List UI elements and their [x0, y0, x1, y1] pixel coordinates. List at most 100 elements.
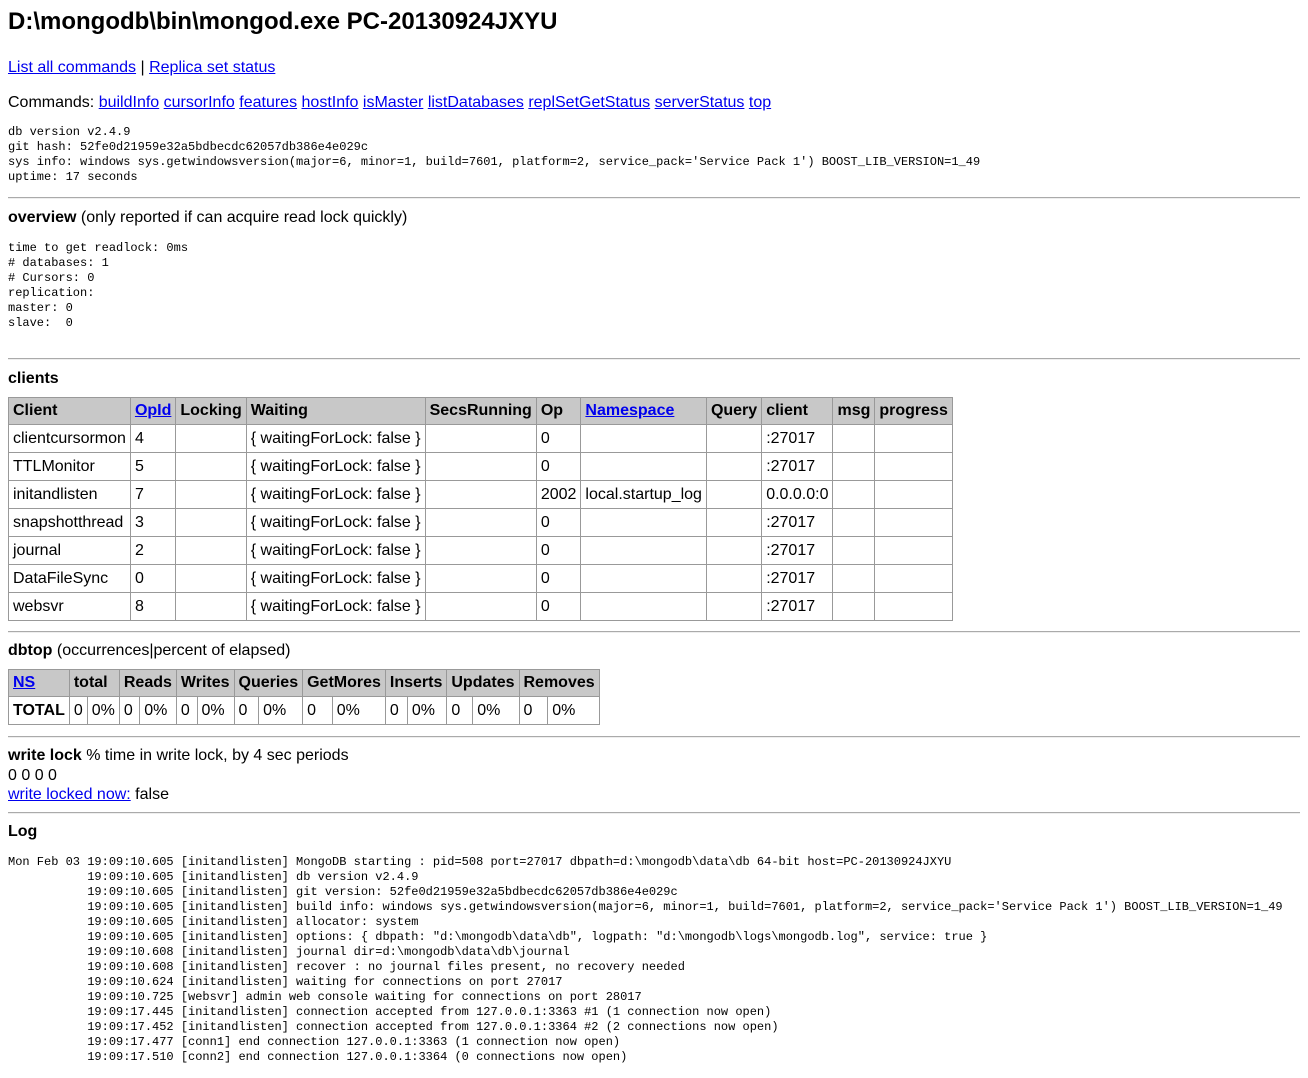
- cell-client: websvr: [8, 592, 131, 621]
- cell-msg: [832, 508, 876, 537]
- sort-link-ns[interactable]: NS: [13, 674, 35, 691]
- cell-waiting: { waitingForLock: false }: [245, 480, 426, 509]
- server-info-line: git hash: 52fe0d21959e32a5bdbecdc62057db…: [8, 140, 369, 154]
- clients-header-opid[interactable]: OpId: [129, 397, 177, 425]
- clients-header-namespace[interactable]: Namespace: [580, 397, 707, 425]
- command-link-listdatabases[interactable]: listDatabases: [428, 94, 524, 111]
- cell-value: 0%: [406, 696, 448, 725]
- log-line: 19:09:17.445 [initandlisten] connection …: [8, 1005, 772, 1019]
- log-line: 19:09:17.452 [initandlisten] connection …: [8, 1020, 779, 1034]
- log-line: 19:09:10.605 [initandlisten] build info:…: [8, 900, 1283, 914]
- overview-line: time to get readlock: 0ms: [8, 241, 189, 255]
- divider: [8, 631, 1300, 633]
- cell-secsrunning: [424, 508, 537, 537]
- cell-query: [705, 424, 763, 453]
- dbtop-header-total: total: [68, 669, 120, 697]
- overview-line: # databases: 1: [8, 256, 109, 270]
- sort-link-namespace[interactable]: Namespace: [585, 402, 674, 419]
- dbtop-header-inserts: Inserts: [384, 669, 448, 697]
- command-link-cursorinfo[interactable]: cursorInfo: [164, 94, 235, 111]
- dbtop-header-getmores: GetMores: [302, 669, 386, 697]
- log-line: 19:09:17.510 [conn2] end connection 127.…: [8, 1050, 628, 1064]
- cell-locking: [175, 480, 247, 509]
- dbtop-subtitle: (occurrences|percent of elapsed): [52, 642, 291, 659]
- command-link-buildinfo[interactable]: buildInfo: [99, 94, 160, 111]
- log-line: 19:09:10.605 [initandlisten] allocator: …: [8, 915, 419, 929]
- cell-locking: [175, 508, 247, 537]
- server-info-line: sys info: windows sys.getwindowsversion(…: [8, 155, 981, 169]
- dbtop-title: dbtop: [8, 642, 53, 659]
- cell-client: DataFileSync: [8, 564, 131, 593]
- cell-query: [705, 480, 763, 509]
- cell-secsrunning: [424, 452, 537, 481]
- table-row: DataFileSync 0{ waitingForLock: false } 0:…: [8, 564, 953, 593]
- cell-client: snapshotthread: [8, 508, 131, 537]
- command-link-ismaster[interactable]: isMaster: [363, 94, 423, 111]
- cell-value: 0%: [472, 696, 520, 725]
- server-info: db version v2.4.9 git hash: 52fe0d21959e3…: [8, 125, 980, 185]
- cell-client: TTLMonitor: [8, 452, 131, 481]
- top-links: List all commands | Replica set status: [8, 59, 275, 77]
- log-line: 19:09:10.605 [initandlisten] options: { …: [8, 930, 988, 944]
- cell-value: 0: [118, 696, 141, 725]
- log-line: Mon Feb 03 19:09:10.605 [initandlisten] …: [8, 855, 952, 869]
- log-line: 19:09:10.605 [initandlisten] git version…: [8, 885, 678, 899]
- table-row: journal 2 { waitingForLock: false } 0:27017: [8, 536, 953, 565]
- divider: [8, 812, 1300, 814]
- clients-heading: clients: [8, 370, 59, 388]
- cell-waiting: { waitingForLock: false }: [245, 592, 426, 621]
- table-row: clientcursormon 4 { waitingForLock: false …: [8, 424, 953, 453]
- dbtop-header-ns[interactable]: NS: [8, 669, 70, 697]
- cell-op: 0: [535, 536, 582, 565]
- cell-secsrunning: [424, 424, 537, 453]
- cell-value: 0: [518, 696, 549, 725]
- clients-header-locking: Locking: [175, 397, 247, 425]
- cell-client: :27017: [761, 424, 834, 453]
- command-link-serverstatus[interactable]: serverStatus: [655, 94, 745, 111]
- cell-namespace: local.startup_log: [580, 480, 707, 509]
- cell-value: 0%: [331, 696, 386, 725]
- cell-secsrunning: [424, 564, 537, 593]
- cell-op: 2002: [535, 480, 582, 509]
- overview-subtitle: (only reported if can acquire read lock …: [76, 209, 408, 226]
- command-link-features[interactable]: features: [239, 94, 297, 111]
- commands-row: Commands: buildInfo cursorInfo features …: [8, 94, 771, 112]
- cell-locking: [175, 564, 247, 593]
- cell-opid: 2: [129, 536, 177, 565]
- cell-value: 0: [233, 696, 260, 725]
- cell-client: :27017: [761, 452, 834, 481]
- cell-value: 0%: [139, 696, 177, 725]
- cell-locking: [175, 592, 247, 621]
- cell-client: clientcursormon: [8, 424, 131, 453]
- cell-secsrunning: [424, 536, 537, 565]
- clients-header-waiting: Waiting: [245, 397, 426, 425]
- cell-value: 0: [302, 696, 333, 725]
- overview-heading: overview (only reported if can acquire r…: [8, 209, 407, 227]
- cell-client: :27017: [761, 536, 834, 565]
- dbtop-header-updates: Updates: [446, 669, 520, 697]
- clients-header-msg: msg: [832, 397, 876, 425]
- list-all-commands-link[interactable]: List all commands: [8, 59, 136, 76]
- dbtop-header-writes: Writes: [175, 669, 235, 697]
- cell-ns: TOTAL: [8, 696, 70, 725]
- command-link-replsetgetstatus[interactable]: replSetGetStatus: [528, 94, 650, 111]
- cell-query: [705, 536, 763, 565]
- log-line: 19:09:10.605 [initandlisten] db version …: [8, 870, 419, 884]
- sort-link-opid[interactable]: OpId: [135, 402, 171, 419]
- cell-op: 0: [535, 592, 582, 621]
- cell-opid: 0: [129, 564, 177, 593]
- cell-progress: [874, 452, 953, 481]
- command-link-hostinfo[interactable]: hostInfo: [302, 94, 359, 111]
- overview-line: master: 0: [8, 301, 73, 315]
- write-locked-now-link[interactable]: write locked now:: [8, 786, 131, 803]
- log-heading: Log: [8, 823, 37, 841]
- cell-value: 0: [175, 696, 198, 725]
- replica-set-status-link[interactable]: Replica set status: [149, 59, 275, 76]
- cell-progress: [874, 564, 953, 593]
- command-link-top[interactable]: top: [749, 94, 771, 111]
- commands-label: Commands:: [8, 94, 99, 111]
- divider: [8, 197, 1300, 199]
- table-row: snapshotthread 3 { waitingForLock: false }…: [8, 508, 953, 537]
- cell-op: 0: [535, 564, 582, 593]
- cell-namespace: [580, 536, 707, 565]
